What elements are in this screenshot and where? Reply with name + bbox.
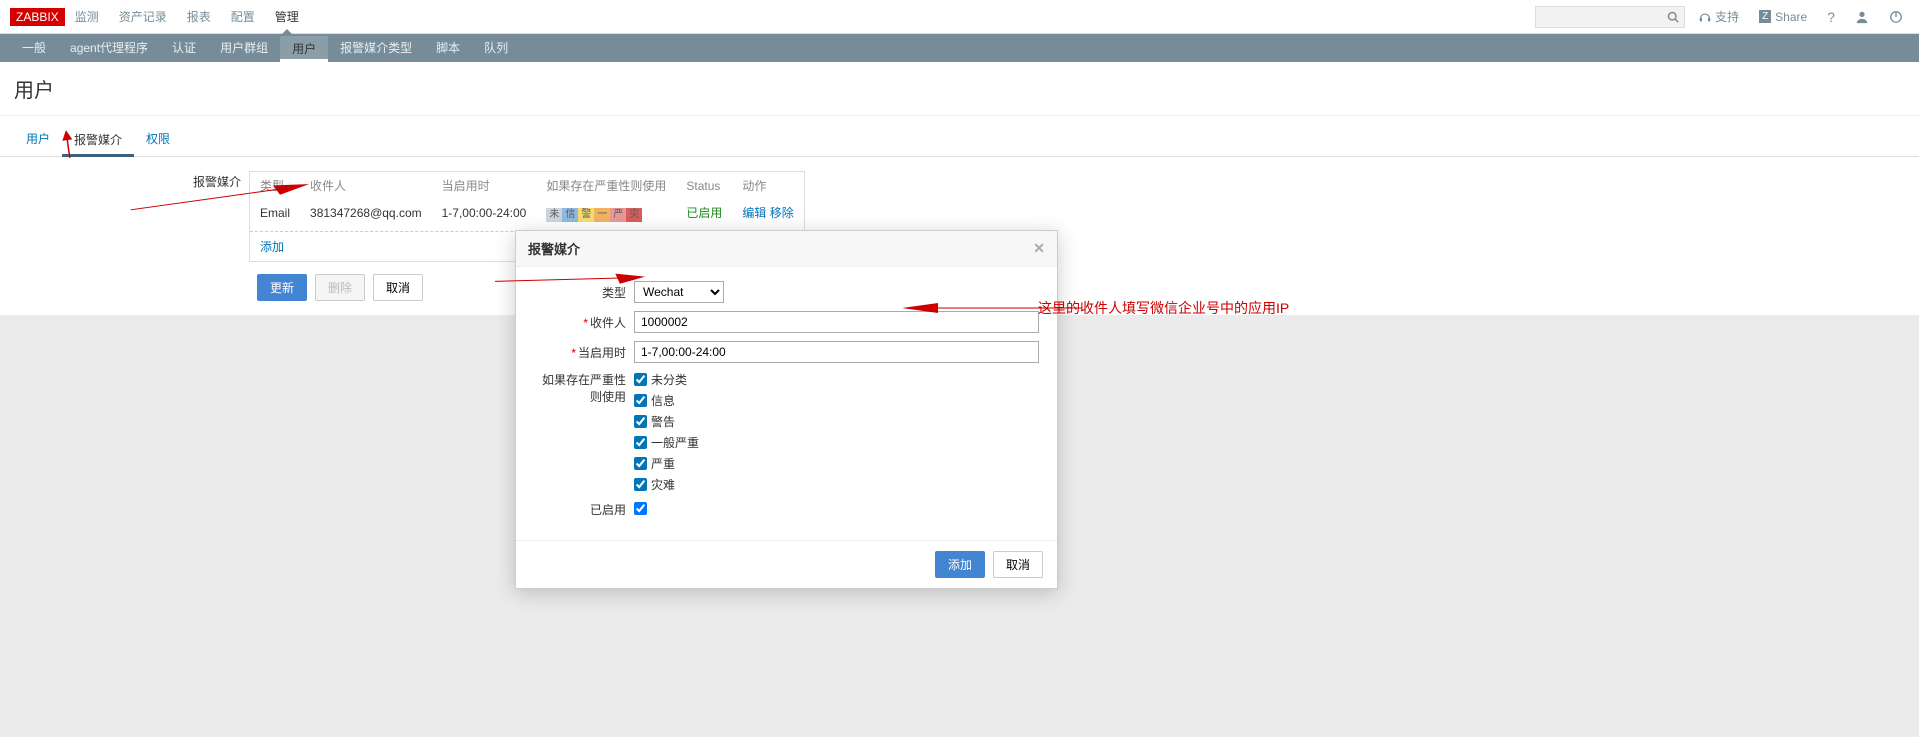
sev-chip-5: 灾 xyxy=(626,208,642,222)
modal-add-button[interactable]: 添加 xyxy=(935,551,985,578)
tab-user[interactable]: 用户 xyxy=(14,124,62,156)
subnav-auth[interactable]: 认证 xyxy=(160,34,208,62)
check-sev-3[interactable]: 一般严重 xyxy=(634,434,1039,451)
edit-link[interactable]: 编辑 xyxy=(742,206,766,220)
search-input[interactable] xyxy=(1535,6,1685,28)
subnav-proxy[interactable]: agent代理程序 xyxy=(58,34,160,62)
subnav-general[interactable]: 一般 xyxy=(10,34,58,62)
td-recipient: 381347268@qq.com xyxy=(300,199,432,227)
label-severity: 如果存在严重性则使用 xyxy=(534,371,634,405)
top-bar: ZABBIX 监测 资产记录 报表 配置 管理 支持 Z Share ? xyxy=(0,0,1919,34)
check-sev-4[interactable]: 严重 xyxy=(634,455,1039,472)
subnav-usergroups[interactable]: 用户群组 xyxy=(208,34,280,62)
modal-cancel-button[interactable]: 取消 xyxy=(993,551,1043,578)
help-icon[interactable]: ? xyxy=(1821,9,1841,25)
nav-config[interactable]: 配置 xyxy=(221,0,265,34)
td-when: 1-7,00:00-24:00 xyxy=(432,199,537,227)
subnav-mediatypes[interactable]: 报警媒介类型 xyxy=(328,34,424,62)
label-when: *当启用时 xyxy=(534,344,634,361)
check-sev-1[interactable]: 信息 xyxy=(634,392,1039,409)
sev-chip-2: 警 xyxy=(578,208,594,222)
check-sev-2[interactable]: 警告 xyxy=(634,413,1039,430)
annotation-arrow-1 xyxy=(56,129,80,161)
label-enabled: 已启用 xyxy=(534,501,634,518)
sev-chip-0: 未 xyxy=(546,208,562,222)
media-label: 报警媒介 xyxy=(14,171,249,190)
annotation-text: 这里的收件人填写微信企业号中的应用IP xyxy=(1038,298,1289,318)
subnav-queue[interactable]: 队列 xyxy=(472,34,520,62)
enabled-checkbox[interactable] xyxy=(634,502,647,515)
nav-monitoring[interactable]: 监测 xyxy=(65,0,109,34)
th-action: 动作 xyxy=(732,172,803,199)
td-severity: 未 信 警 一 严 灾 xyxy=(536,199,676,227)
modal-header: 报警媒介 ✕ xyxy=(516,231,1057,267)
type-select[interactable]: Wechat xyxy=(634,281,724,303)
logo: ZABBIX xyxy=(10,8,65,26)
th-when: 当启用时 xyxy=(432,172,537,199)
sev-chip-3: 一 xyxy=(594,208,610,222)
check-sev-5[interactable]: 灾难 xyxy=(634,476,1039,493)
top-nav: 监测 资产记录 报表 配置 管理 xyxy=(65,0,1535,34)
search-wrap xyxy=(1535,6,1685,28)
nav-reports[interactable]: 报表 xyxy=(177,0,221,34)
when-input[interactable] xyxy=(634,341,1039,363)
nav-inventory[interactable]: 资产记录 xyxy=(109,0,177,34)
update-button[interactable]: 更新 xyxy=(257,274,307,301)
tab-permissions[interactable]: 权限 xyxy=(134,124,182,156)
sub-nav: 一般 agent代理程序 认证 用户群组 用户 报警媒介类型 脚本 队列 xyxy=(0,34,1919,62)
media-row-1: Email 381347268@qq.com 1-7,00:00-24:00 未… xyxy=(250,199,804,227)
cancel-button[interactable]: 取消 xyxy=(373,274,423,301)
close-icon[interactable]: ✕ xyxy=(1033,240,1045,257)
subnav-scripts[interactable]: 脚本 xyxy=(424,34,472,62)
top-right: 支持 Z Share ? xyxy=(1535,6,1909,28)
th-recipient: 收件人 xyxy=(300,172,432,199)
td-type: Email xyxy=(250,199,300,227)
th-severity: 如果存在严重性则使用 xyxy=(536,172,676,199)
search-icon[interactable] xyxy=(1667,11,1679,23)
remove-link[interactable]: 移除 xyxy=(770,206,794,220)
support-link[interactable]: 支持 xyxy=(1693,8,1745,25)
tabs: 用户 报警媒介 权限 xyxy=(0,116,1919,157)
td-status: 已启用 xyxy=(676,199,732,227)
check-sev-0[interactable]: 未分类 xyxy=(634,371,1039,388)
user-icon[interactable] xyxy=(1849,10,1875,24)
share-link[interactable]: Z Share xyxy=(1753,10,1813,24)
subnav-users[interactable]: 用户 xyxy=(280,36,328,62)
th-status: Status xyxy=(676,172,732,199)
delete-button: 删除 xyxy=(315,274,365,301)
sev-chip-1: 信 xyxy=(562,208,578,222)
modal-footer: 添加 取消 xyxy=(516,540,1057,588)
nav-admin[interactable]: 管理 xyxy=(265,0,309,34)
label-recipient: *收件人 xyxy=(534,314,634,331)
severity-checks: 未分类 信息 警告 一般严重 严重 灾难 xyxy=(634,371,1039,493)
sev-chip-4: 严 xyxy=(610,208,626,222)
page-title: 用户 xyxy=(0,62,1919,116)
modal-title: 报警媒介 xyxy=(528,239,580,258)
power-icon[interactable] xyxy=(1883,10,1909,24)
add-media-link[interactable]: 添加 xyxy=(260,240,284,254)
td-action: 编辑 移除 xyxy=(732,199,803,227)
